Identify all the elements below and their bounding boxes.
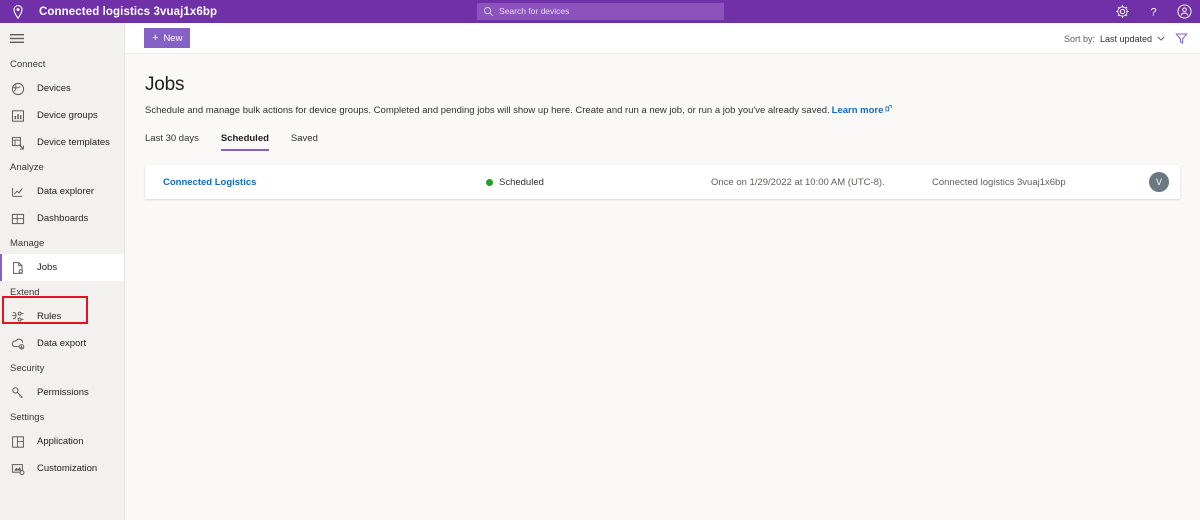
sidebar-item-device-templates[interactable]: Device templates xyxy=(0,129,124,156)
device-groups-icon xyxy=(11,109,25,123)
search-icon xyxy=(483,6,494,17)
sidebar-item-data-export[interactable]: Data export xyxy=(0,330,124,357)
sidebar-item-device-templates-label: Device templates xyxy=(37,137,110,148)
sidebar-item-permissions-label: Permissions xyxy=(37,387,89,398)
nav-group-manage-label: Manage xyxy=(10,237,45,249)
tab-saved[interactable]: Saved xyxy=(280,133,329,151)
page-description: Schedule and manage bulk actions for dev… xyxy=(145,105,1180,117)
customization-icon xyxy=(11,462,25,476)
sidebar-item-customization[interactable]: Customization xyxy=(0,455,124,482)
learn-more-link[interactable]: Learn more xyxy=(832,105,884,116)
brand-area[interactable]: Connected logistics 3vuaj1x6bp xyxy=(0,4,217,20)
rules-icon xyxy=(11,310,25,324)
search-input[interactable]: Search for devices xyxy=(477,3,724,20)
new-job-button[interactable]: + New xyxy=(144,28,191,48)
nav-group-extend-label: Extend xyxy=(10,286,40,298)
nav-group-security-label: Security xyxy=(10,362,45,374)
job-device-group-text: Connected logistics 3vuaj1x6bp xyxy=(932,176,1066,188)
application-icon xyxy=(11,435,25,449)
sidebar-item-jobs-label: Jobs xyxy=(37,262,58,273)
status-badge: Scheduled xyxy=(486,177,544,188)
nav-group-connect-label: Connect xyxy=(10,58,46,70)
tab-last-30-days[interactable]: Last 30 days xyxy=(145,133,210,151)
main-content-area: + New Sort by: Last updated Jobs Schedul… xyxy=(125,23,1200,520)
sidebar-item-application-label: Application xyxy=(37,436,84,447)
plus-icon: + xyxy=(152,31,159,44)
search-placeholder-text: Search for devices xyxy=(499,6,570,17)
page-title: Jobs xyxy=(145,74,185,95)
top-header-bar: Connected logistics 3vuaj1x6bp Search fo… xyxy=(0,0,1200,23)
app-title: Connected logistics 3vuaj1x6bp xyxy=(39,5,218,18)
sidebar-item-device-groups[interactable]: Device groups xyxy=(0,102,124,129)
status-dot-icon xyxy=(486,178,493,186)
devices-icon xyxy=(11,82,25,96)
question-mark-icon[interactable]: ? xyxy=(1146,4,1161,19)
job-schedule-text: Once on 1/29/2022 at 10:00 AM (UTC-8). xyxy=(711,176,885,188)
sort-by-dropdown[interactable]: Sort by: Last updated xyxy=(1064,34,1165,44)
sort-by-value: Last updated xyxy=(1099,33,1152,44)
sidebar-item-dashboards[interactable]: Dashboards xyxy=(0,205,124,232)
external-link-icon xyxy=(883,105,893,116)
sidebar-item-data-explorer[interactable]: Data explorer xyxy=(0,178,124,205)
data-explorer-icon xyxy=(11,185,25,199)
sort-by-prefix: Sort by: xyxy=(1063,33,1095,44)
sidebar-item-devices[interactable]: Devices xyxy=(0,75,124,102)
jobs-tabs: Last 30 days Scheduled Saved xyxy=(145,133,1180,152)
sidebar-item-application[interactable]: Application xyxy=(0,428,124,455)
sidebar-item-rules-label: Rules xyxy=(37,311,62,322)
svg-text:?: ? xyxy=(1150,7,1156,19)
sidebar-item-jobs[interactable]: Jobs xyxy=(0,254,124,281)
avatar[interactable]: V xyxy=(1149,172,1169,193)
command-bar: + New Sort by: Last updated xyxy=(125,23,1200,54)
sidebar-item-data-explorer-label: Data explorer xyxy=(37,186,95,197)
new-job-button-label: New xyxy=(163,32,183,44)
sidebar-item-device-groups-label: Device groups xyxy=(37,110,98,121)
nav-group-analyze-label: Analyze xyxy=(10,161,44,173)
filter-funnel-icon[interactable] xyxy=(1175,32,1188,45)
nav-group-settings-label: Settings xyxy=(10,411,45,423)
gear-icon[interactable] xyxy=(1115,4,1130,19)
sidebar-item-devices-label: Devices xyxy=(37,83,71,94)
sidebar-item-rules[interactable]: Rules xyxy=(0,303,124,330)
hamburger-menu-icon xyxy=(10,33,24,44)
left-navigation-sidebar: Connect Devices Device groups Device tem… xyxy=(0,23,125,520)
header-actions: ? xyxy=(1115,0,1192,23)
location-pin-icon xyxy=(10,4,26,20)
device-templates-icon xyxy=(11,136,25,150)
data-export-icon xyxy=(11,337,25,351)
sidebar-item-permissions[interactable]: Permissions xyxy=(0,379,124,406)
command-bar-right: Sort by: Last updated xyxy=(1064,23,1188,54)
sidebar-item-dashboards-label: Dashboards xyxy=(37,213,89,224)
page-description-text: Schedule and manage bulk actions for dev… xyxy=(145,105,830,116)
jobs-icon xyxy=(11,261,25,275)
tab-scheduled[interactable]: Scheduled xyxy=(210,133,280,152)
job-name-link[interactable]: Connected Logistics xyxy=(163,177,256,188)
sidebar-item-customization-label: Customization xyxy=(37,463,98,474)
status-badge-label: Scheduled xyxy=(499,176,544,188)
chevron-down-icon xyxy=(1157,36,1165,41)
account-icon[interactable] xyxy=(1177,4,1192,19)
table-row[interactable]: Connected Logistics Scheduled Once on 1/… xyxy=(145,165,1180,200)
jobs-page-content: Jobs Schedule and manage bulk actions fo… xyxy=(125,54,1200,520)
dashboards-icon xyxy=(11,212,25,226)
permissions-key-icon xyxy=(11,386,25,400)
sidebar-item-data-export-label: Data export xyxy=(37,338,87,349)
hamburger-menu-button[interactable] xyxy=(0,23,125,53)
